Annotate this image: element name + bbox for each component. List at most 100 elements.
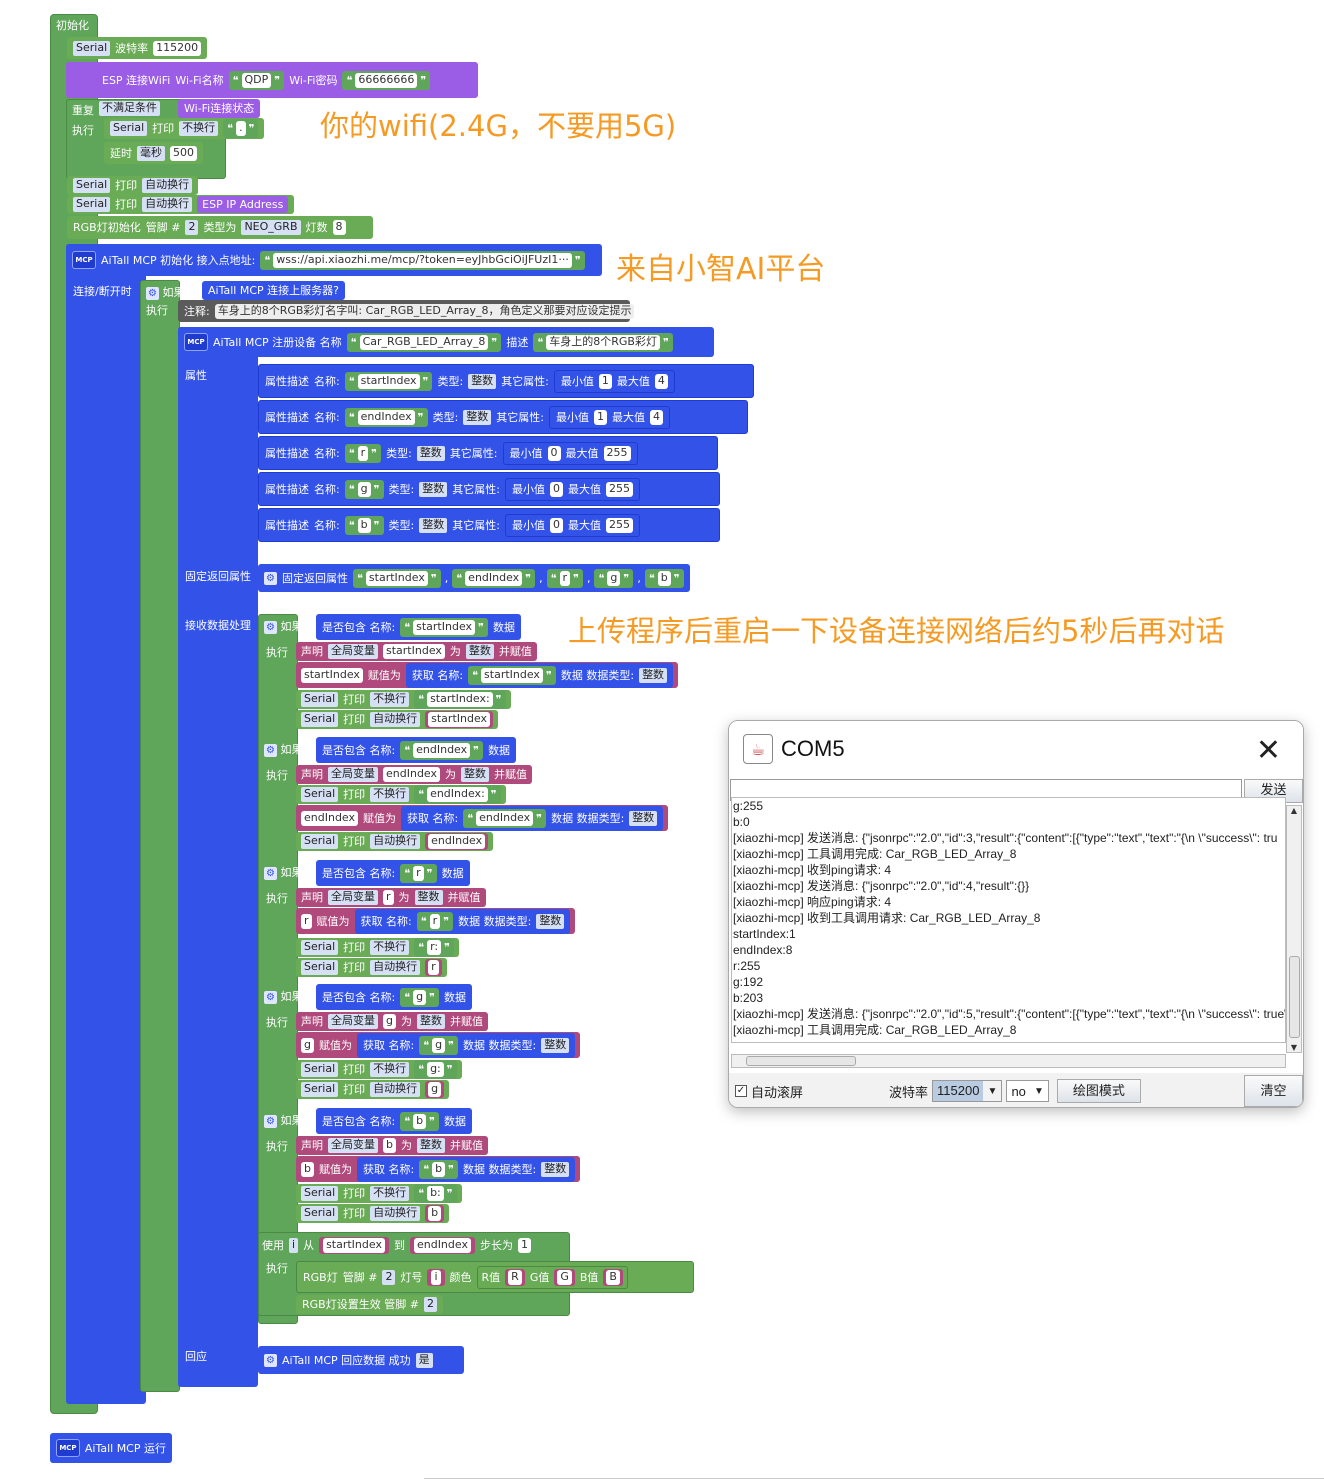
max-value[interactable]: 4	[650, 409, 664, 425]
newline-dropdown[interactable]: 自动换行	[142, 178, 193, 193]
global-dropdown[interactable]: 全局变量	[328, 767, 378, 782]
reply-block[interactable]: ⚙ AiTall MCP 回应数据 成功 是	[258, 1346, 464, 1374]
fixed-item-string[interactable]: ❝ g ❞	[594, 568, 634, 588]
prop-desc-block[interactable]: 属性描述 名称: ❝ r ❞ 类型: 整数 其它属性: 最小值 0 最大值 255	[258, 436, 718, 470]
print-text-value[interactable]: b:	[427, 1186, 444, 1201]
serial-dropdown[interactable]: Serial	[73, 40, 111, 56]
type-dropdown[interactable]: 整数	[461, 767, 490, 782]
prop-name-value[interactable]: g	[357, 481, 371, 497]
newline-dropdown[interactable]: 自动换行	[370, 712, 421, 727]
var-block[interactable]: r	[425, 959, 442, 976]
type-dropdown[interactable]: 整数	[465, 644, 494, 659]
mcp-run-block[interactable]: MCP AiTall MCP 运行	[50, 1433, 172, 1463]
serial-dropdown[interactable]: Serial	[301, 960, 339, 975]
type-dropdown[interactable]: 整数	[416, 1138, 445, 1153]
assign-block[interactable]: r 赋值为 获取 名称: ❝ r ❞ 数据 数据类型: 整数	[296, 908, 576, 934]
rgb-set-block[interactable]: RGB灯 管脚 # 2 灯号 i 颜色 R值 R G值 G B值 B	[296, 1261, 694, 1293]
serial-dropdown[interactable]: Serial	[301, 1062, 339, 1077]
var-block[interactable]: startIndex	[425, 711, 494, 728]
wifi-status-block[interactable]: Wi-Fi连接状态	[178, 99, 261, 118]
mcp-url-value[interactable]: wss://api.xiaozhi.me/mcp/?token=eyJhbGci…	[273, 252, 572, 268]
assign-var[interactable]: endIndex	[301, 810, 359, 826]
get-name-string[interactable]: ❝ g ❞	[419, 1035, 459, 1055]
register-desc-value[interactable]: 车身上的8个RGB彩灯	[546, 334, 660, 350]
contains-name-value[interactable]: r	[413, 865, 424, 881]
prop-range-block[interactable]: 最小值 0 最大值 255	[504, 477, 640, 501]
prop-type-dropdown[interactable]: 整数	[468, 373, 497, 389]
count-value[interactable]: 8	[332, 220, 346, 235]
var-name[interactable]: g	[383, 1014, 396, 1029]
serial-dropdown[interactable]: Serial	[301, 940, 339, 955]
chevron-down-icon[interactable]: ▼	[1030, 1086, 1048, 1097]
type-dropdown[interactable]: NEO_GRB	[241, 220, 301, 235]
get-name-value[interactable]: g	[432, 1037, 446, 1053]
var-name[interactable]: endIndex	[383, 767, 441, 782]
rgb-led-var[interactable]: i	[431, 1269, 441, 1285]
print-text-value[interactable]: g:	[427, 1062, 444, 1077]
newline-dropdown[interactable]: 自动换行	[370, 834, 421, 849]
newline-dropdown[interactable]: 不换行	[370, 1062, 410, 1077]
prop-range-block[interactable]: 最小值 0 最大值 255	[504, 513, 640, 537]
prop-range-block[interactable]: 最小值 1 最大值 4	[553, 369, 675, 393]
newline-dropdown[interactable]: 自动换行	[370, 960, 421, 975]
gear-icon[interactable]: ⚙	[264, 621, 277, 634]
serial-print-block[interactable]: Serial 打印 不换行 ❝ startIndex: ❞	[296, 690, 511, 709]
prop-name-value[interactable]: startIndex	[357, 373, 420, 389]
get-block[interactable]: 获取 名称: ❝ b ❞ 数据 数据类型: 整数	[356, 1156, 576, 1182]
fixed-item-string[interactable]: ❝ endIndex ❞	[452, 568, 536, 588]
serial-println-block[interactable]: Serial 打印 自动换行 b	[296, 1204, 450, 1223]
print-text-string[interactable]: ❝ startIndex: ❞	[414, 690, 506, 709]
prop-range-block[interactable]: 最小值 1 最大值 4	[549, 405, 671, 429]
vertical-scrollbar[interactable]: ▲ ▼	[1286, 805, 1302, 1053]
serial-println-block[interactable]: Serial 打印 自动换行 startIndex	[296, 710, 499, 729]
var-value[interactable]: g	[428, 1082, 442, 1097]
serial-println-block[interactable]: Serial 打印 自动换行 r	[296, 958, 447, 977]
r-var[interactable]: R	[508, 1269, 522, 1285]
contains-block[interactable]: 是否包含 名称: ❝ b ❞ 数据	[316, 1108, 473, 1134]
mcp-init-header[interactable]: MCP AiTall MCP 初始化 接入点地址: ❝ wss://api.xi…	[66, 244, 602, 276]
prop-desc-block[interactable]: 属性描述 名称: ❝ startIndex ❞ 类型: 整数 其它属性: 最小值 1 最大值 4	[258, 364, 754, 398]
assign-var[interactable]: g	[301, 1037, 314, 1053]
var-block[interactable]: g	[425, 1081, 445, 1098]
prop-name-string[interactable]: ❝ b ❞	[344, 515, 384, 535]
prop-name-string[interactable]: ❝ g ❞	[344, 479, 384, 499]
assign-var[interactable]: startIndex	[301, 667, 363, 683]
serial-print-block[interactable]: Serial 打印 不换行 ❝ b: ❞	[296, 1184, 462, 1203]
global-dropdown[interactable]: 全局变量	[328, 644, 378, 659]
reply-value-dropdown[interactable]: 是	[415, 1352, 433, 1368]
newline-dropdown[interactable]: 自动换行	[370, 1206, 421, 1221]
dtype-dropdown[interactable]: 整数	[639, 667, 668, 683]
max-value[interactable]: 255	[605, 481, 633, 497]
dot-value[interactable]: .	[236, 121, 246, 136]
connected-block[interactable]: AiTall MCP 连接上服务器?	[202, 281, 345, 300]
declare-block[interactable]: 声明 全局变量 g 为整数 并赋值	[296, 1012, 488, 1031]
loop-start-var[interactable]: startIndex	[323, 1237, 385, 1253]
serial-dropdown[interactable]: Serial	[301, 692, 339, 707]
declare-block[interactable]: 声明 全局变量 r 为整数 并赋值	[296, 888, 486, 907]
serial-dropdown[interactable]: Serial	[73, 197, 111, 212]
get-name-string[interactable]: ❝ r ❞	[416, 911, 454, 931]
get-name-string[interactable]: ❝ startIndex ❞	[468, 665, 556, 685]
get-name-value[interactable]: startIndex	[481, 667, 543, 683]
register-name-value[interactable]: Car_RGB_LED_Array_8	[359, 334, 489, 350]
contains-name-value[interactable]: b	[413, 1113, 427, 1129]
serial-dropdown[interactable]: Serial	[301, 712, 339, 727]
var-name[interactable]: startIndex	[383, 644, 445, 659]
max-value[interactable]: 4	[654, 373, 668, 389]
get-block[interactable]: 获取 名称: ❝ startIndex ❞ 数据 数据类型: 整数	[405, 662, 674, 688]
pin-dropdown[interactable]: 2	[185, 220, 199, 235]
assign-block[interactable]: g 赋值为 获取 名称: ❝ g ❞ 数据 数据类型: 整数	[296, 1032, 581, 1058]
dot-string[interactable]: ❝. ❞	[223, 119, 259, 138]
wifi-connect-block[interactable]: ESP 连接WiFi Wi-Fi名称 ❝ QDP ❞ Wi-Fi密码 ❝ 666…	[66, 62, 478, 98]
var-block[interactable]: b	[425, 1205, 445, 1222]
global-dropdown[interactable]: 全局变量	[328, 1138, 378, 1153]
var-value[interactable]: startIndex	[428, 712, 491, 727]
fixed-item-string[interactable]: ❝ startIndex ❞	[353, 568, 441, 588]
loop-step-value[interactable]: 1	[517, 1237, 531, 1253]
rgb-init-block[interactable]: RGB灯初始化 管脚 # 2 类型为 NEO_GRB 灯数 8	[67, 216, 373, 239]
delay-block[interactable]: 延时 毫秒 500	[104, 142, 203, 164]
prop-type-dropdown[interactable]: 整数	[419, 481, 448, 497]
get-name-value[interactable]: endIndex	[476, 810, 534, 826]
b-var[interactable]: B	[606, 1269, 620, 1285]
gear-icon[interactable]: ⚙	[264, 744, 277, 757]
